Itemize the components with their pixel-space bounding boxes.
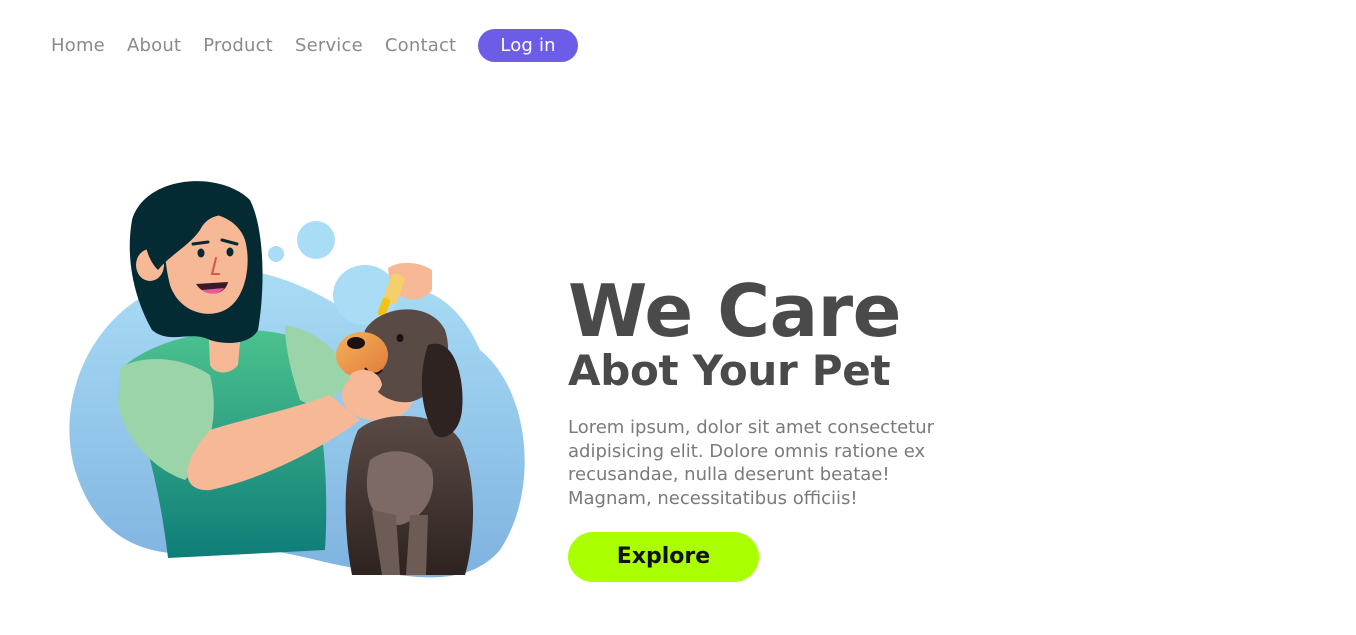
nav-product-link[interactable]: Product: [203, 29, 273, 62]
explore-button[interactable]: Explore: [568, 532, 759, 582]
login-button[interactable]: Log in: [478, 29, 578, 62]
nav-contact-link[interactable]: Contact: [385, 29, 456, 62]
nav-service-link[interactable]: Service: [295, 29, 363, 62]
main-nav: Home About Product Service Contact Log i…: [51, 29, 578, 62]
nav-about-link[interactable]: About: [127, 29, 181, 62]
hero-illustration: [60, 170, 530, 585]
woman-caring-for-dog-icon: [69, 181, 525, 578]
hero-subtitle: Abot Your Pet: [568, 346, 891, 395]
nav-home-link[interactable]: Home: [51, 29, 105, 62]
hero-description: Lorem ipsum, dolor sit amet consectetur …: [568, 417, 935, 509]
hero-title: We Care: [568, 269, 902, 353]
hero-text: We Care Abot Your Pet Lorem ipsum, dolor…: [568, 268, 988, 582]
